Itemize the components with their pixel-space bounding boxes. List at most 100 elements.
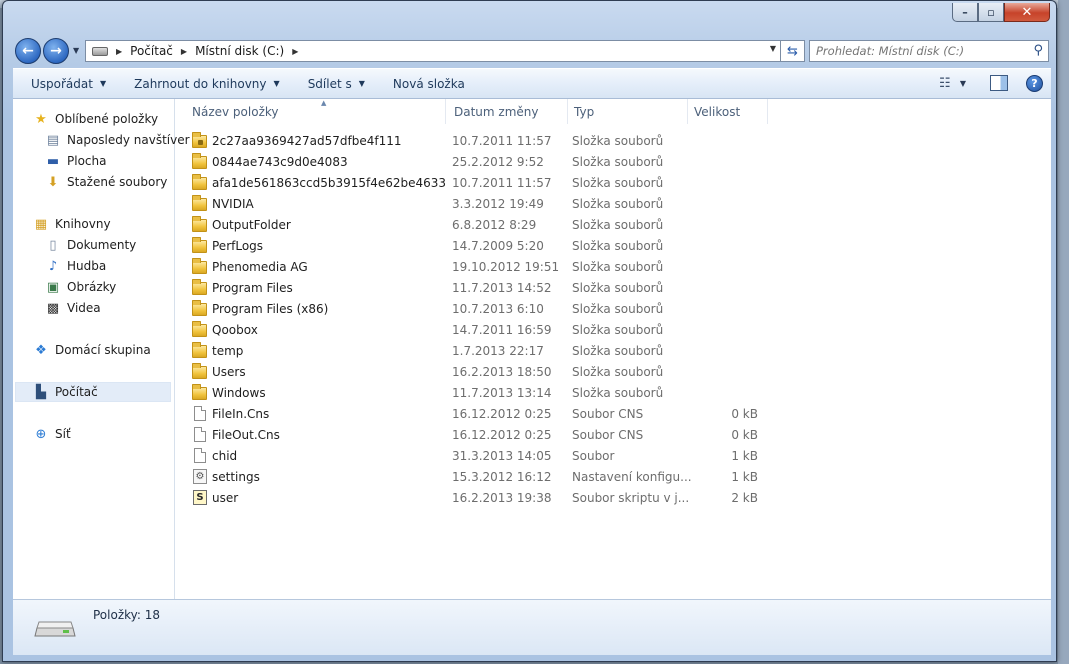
table-row[interactable]: FileIn.Cns 16.12.2012 0:25 Soubor CNS 0 kB xyxy=(176,404,776,425)
nav-network[interactable]: ⊕ Síť xyxy=(33,424,71,444)
file-date: 19.10.2012 19:51 xyxy=(452,260,560,274)
file-name: FileOut.Cns xyxy=(212,428,280,442)
nav-music-label: Hudba xyxy=(67,259,107,273)
preview-pane-icon[interactable] xyxy=(990,75,1008,91)
nav-desktop[interactable]: ▬ Plocha xyxy=(45,151,107,171)
table-row[interactable]: Suser 16.2.2013 19:38 Soubor skriptu v j..… xyxy=(176,488,776,509)
nav-network-label: Síť xyxy=(55,427,71,441)
table-row[interactable]: Program Files (x86) 10.7.2013 6:10 Složka … xyxy=(176,299,776,320)
file-type: Složka souborů xyxy=(572,134,664,148)
column-header-size[interactable]: Velikost xyxy=(688,99,768,124)
table-row[interactable]: temp 1.7.2013 22:17 Složka souborů xyxy=(176,341,776,362)
chevron-down-icon: ▼ xyxy=(358,79,365,88)
refresh-icon: ⇆ xyxy=(787,43,798,59)
file-type: Složka souborů xyxy=(572,323,664,337)
file-name: 2c27aa9369427ad57dfbe4f111 xyxy=(212,134,402,148)
folder-icon xyxy=(192,153,208,170)
breadcrumb-local-disk[interactable]: Místní disk (C:) xyxy=(195,44,284,58)
folder-icon xyxy=(192,174,208,191)
table-row[interactable]: PerfLogs 14.7.2009 5:20 Složka souborů xyxy=(176,236,776,257)
new-folder-button[interactable]: Nová složka xyxy=(383,77,475,91)
nav-homegroup-label: Domácí skupina xyxy=(55,343,151,357)
address-bar[interactable]: ▶ Počítač ▶ Místní disk (C:) ▶ ▼ xyxy=(85,40,781,62)
items-count: Položky: 18 xyxy=(93,608,161,622)
chevron-down-icon: ▼ xyxy=(273,79,280,88)
nav-libraries[interactable]: ▦ Knihovny xyxy=(33,214,111,234)
include-library-button[interactable]: Zahrnout do knihovny ▼ xyxy=(124,77,290,91)
maximize-button[interactable]: ▫ xyxy=(978,3,1004,22)
view-options-icon[interactable]: ☷ xyxy=(934,74,956,92)
share-button[interactable]: Sdílet s ▼ xyxy=(298,77,375,91)
folder-icon xyxy=(192,384,208,401)
file-date: 31.3.2013 14:05 xyxy=(452,449,552,463)
file-type: Složka souborů xyxy=(572,281,664,295)
table-row[interactable]: 2c27aa9369427ad57dfbe4f111 10.7.2011 11:5… xyxy=(176,131,776,152)
organize-button[interactable]: Uspořádat ▼ xyxy=(21,77,116,91)
close-button[interactable]: ✕ xyxy=(1004,3,1050,22)
folder-icon xyxy=(192,321,208,338)
table-row[interactable]: chid 31.3.2013 14:05 Soubor 1 kB xyxy=(176,446,776,467)
nav-downloads-label: Stažené soubory xyxy=(67,175,168,189)
recent-pages-dropdown[interactable]: ▼ xyxy=(73,46,79,55)
explorer-window: – ▫ ✕ ← → ▼ ▶ Počítač ▶ Místní disk (C:)… xyxy=(2,0,1057,662)
file-date: 1.7.2013 22:17 xyxy=(452,344,544,358)
drive-icon xyxy=(92,46,108,56)
forward-button[interactable]: → xyxy=(43,38,69,64)
file-size: 1 kB xyxy=(731,449,758,463)
file-date: 16.12.2012 0:25 xyxy=(452,428,552,442)
nav-pictures[interactable]: ▣ Obrázky xyxy=(45,277,116,297)
column-type-label: Typ xyxy=(574,104,595,119)
nav-favorites[interactable]: ★ Oblíbené položky xyxy=(33,109,158,129)
back-button[interactable]: ← xyxy=(15,38,41,64)
file-date: 15.3.2012 16:12 xyxy=(452,470,552,484)
file-name: PerfLogs xyxy=(212,239,264,253)
file-date: 11.7.2013 14:52 xyxy=(452,281,552,295)
table-row[interactable]: afa1de561863ccd5b3915f4e62be4633 10.7.201… xyxy=(176,173,776,194)
nav-desktop-label: Plocha xyxy=(67,154,107,168)
breadcrumb-separator-icon[interactable]: ▶ xyxy=(116,47,122,56)
new-folder-label: Nová složka xyxy=(392,76,465,91)
file-type: Složka souborů xyxy=(572,260,664,274)
nav-music[interactable]: ♪ Hudba xyxy=(45,256,106,276)
script-file-icon: S xyxy=(192,490,208,506)
address-dropdown-icon[interactable]: ▼ xyxy=(770,44,776,53)
help-icon[interactable]: ? xyxy=(1026,74,1043,92)
breadcrumb-separator-icon[interactable]: ▶ xyxy=(292,47,298,56)
breadcrumb-separator-icon[interactable]: ▶ xyxy=(181,47,187,56)
settings-file-icon: ⚙ xyxy=(192,469,208,485)
minimize-button[interactable]: – xyxy=(952,3,978,22)
table-row[interactable]: Users 16.2.2013 18:50 Složka souborů xyxy=(176,362,776,383)
libraries-icon: ▦ xyxy=(34,216,48,232)
column-header-date[interactable]: Datum změny xyxy=(448,99,568,124)
nav-videos[interactable]: ▩ Videa xyxy=(45,298,101,318)
table-row[interactable]: FileOut.Cns 16.12.2012 0:25 Soubor CNS 0 kB xyxy=(176,425,776,446)
table-row[interactable]: Windows 11.7.2013 13:14 Složka souborů xyxy=(176,383,776,404)
file-type: Složka souborů xyxy=(572,197,664,211)
file-size: 2 kB xyxy=(731,491,758,505)
column-header-name[interactable]: Název položky xyxy=(186,99,446,124)
view-dropdown-icon[interactable]: ▼ xyxy=(960,79,966,88)
breadcrumb-computer[interactable]: Počítač xyxy=(130,44,173,58)
nav-homegroup[interactable]: ❖ Domácí skupina xyxy=(33,340,151,360)
nav-recent[interactable]: ▤ Naposledy navštíver xyxy=(45,130,190,150)
nav-computer[interactable]: ▙ Počítač xyxy=(33,382,98,402)
table-row[interactable]: NVIDIA 3.3.2012 19:49 Složka souborů xyxy=(176,194,776,215)
file-name: Users xyxy=(212,365,246,379)
search-input[interactable] xyxy=(816,44,1026,58)
table-row[interactable]: Program Files 11.7.2013 14:52 Složka soubo… xyxy=(176,278,776,299)
network-icon: ⊕ xyxy=(35,426,47,442)
table-row[interactable]: Phenomedia AG 19.10.2012 19:51 Složka soub… xyxy=(176,257,776,278)
file-type: Složka souborů xyxy=(572,239,664,253)
table-row[interactable]: 0844ae743c9d0e4083 25.2.2012 9:52 Složka s… xyxy=(176,152,776,173)
nav-downloads[interactable]: ⬇ Stažené soubory xyxy=(45,172,168,192)
table-row[interactable]: ⚙ settings 15.3.2012 16:12 Nastavení konfig… xyxy=(176,467,776,488)
search-icon[interactable]: ⚲ xyxy=(1033,43,1043,58)
file-name: temp xyxy=(212,344,244,358)
table-row[interactable]: Qoobox 14.7.2011 16:59 Složka souborů xyxy=(176,320,776,341)
refresh-button[interactable]: ⇆ xyxy=(781,40,805,62)
file-date: 16.12.2012 0:25 xyxy=(452,407,552,421)
navigation-pane: ★ Oblíbené položky ▤ Naposledy navštíver… xyxy=(13,99,190,599)
nav-documents[interactable]: ▯ Dokumenty xyxy=(45,235,136,255)
column-header-type[interactable]: Typ xyxy=(568,99,688,124)
table-row[interactable]: OutputFolder 6.8.2012 8:29 Složka souborů xyxy=(176,215,776,236)
